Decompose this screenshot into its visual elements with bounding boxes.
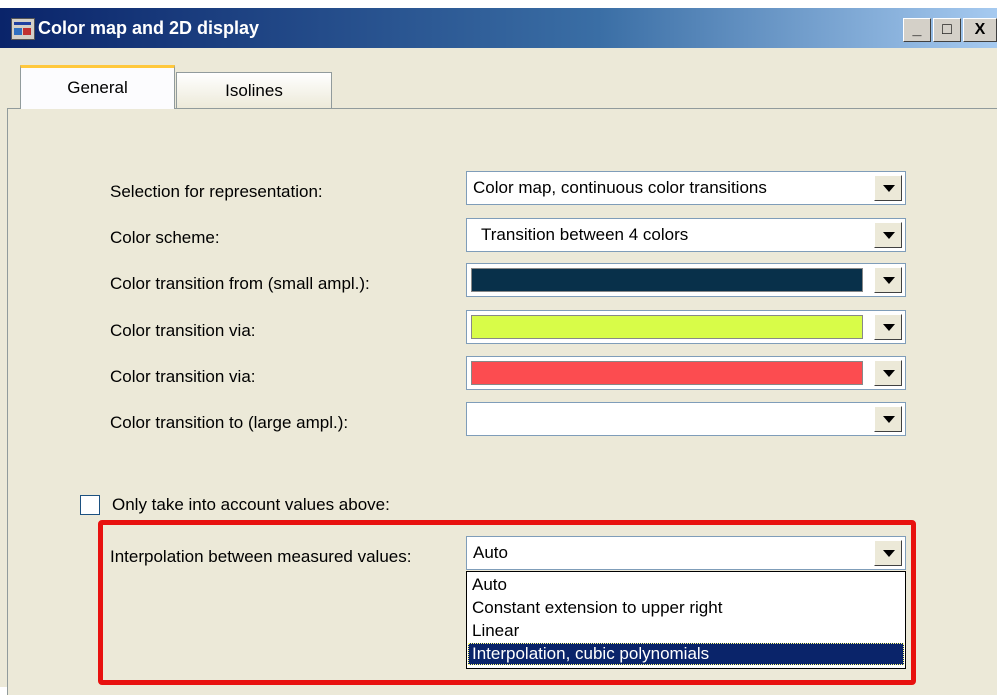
tab-general[interactable]: General [20, 65, 175, 109]
dialog-window: Color map and 2D display _ □ X General I… [0, 8, 997, 695]
minimize-button[interactable]: _ [903, 18, 931, 42]
color-from-swatch [471, 268, 863, 292]
representation-value: Color map, continuous color transitions [473, 178, 767, 197]
window-title: Color map and 2D display [38, 18, 260, 38]
color-via2-label: Color transition via: [110, 367, 256, 386]
app-icon [11, 18, 35, 40]
chevron-down-icon[interactable] [874, 314, 902, 340]
chevron-down-icon[interactable] [874, 175, 902, 201]
color-via2-select[interactable] [466, 356, 906, 390]
representation-label: Selection for representation: [110, 182, 323, 201]
only-values-label: Only take into account values above: [112, 495, 390, 514]
color-from-select[interactable] [466, 263, 906, 297]
only-values-checkbox[interactable] [80, 495, 100, 515]
color-to-swatch [471, 407, 863, 431]
color-scheme-select[interactable]: Transition between 4 colors [466, 218, 906, 252]
color-scheme-label: Color scheme: [110, 228, 220, 247]
close-button[interactable]: X [963, 18, 997, 42]
color-via1-swatch [471, 315, 863, 339]
chevron-down-icon[interactable] [874, 222, 902, 248]
color-via1-label: Color transition via: [110, 321, 256, 340]
tab-isolines[interactable]: Isolines [176, 72, 332, 109]
interpolation-label: Interpolation between measured values: [110, 547, 412, 566]
interpolation-dropdown-list: Auto Constant extension to upper right L… [466, 571, 906, 669]
chevron-down-icon[interactable] [874, 267, 902, 293]
color-via1-select[interactable] [466, 310, 906, 344]
color-to-label: Color transition to (large ampl.): [110, 413, 349, 432]
dropdown-option-auto[interactable]: Auto [468, 574, 904, 596]
color-from-label: Color transition from (small ampl.): [110, 274, 370, 293]
color-scheme-value: Transition between 4 colors [481, 225, 689, 244]
color-to-select[interactable] [466, 402, 906, 436]
dropdown-option-cubic[interactable]: Interpolation, cubic polynomials [468, 643, 904, 665]
chevron-down-icon[interactable] [874, 406, 902, 432]
dropdown-option-constant-extension[interactable]: Constant extension to upper right [468, 597, 904, 619]
interpolation-select[interactable]: Auto [466, 536, 906, 570]
maximize-button[interactable]: □ [933, 18, 961, 42]
title-bar[interactable]: Color map and 2D display _ □ X [0, 8, 997, 48]
interpolation-value: Auto [473, 543, 508, 562]
color-via2-swatch [471, 361, 863, 385]
representation-select[interactable]: Color map, continuous color transitions [466, 171, 906, 205]
chevron-down-icon[interactable] [874, 540, 902, 566]
chevron-down-icon[interactable] [874, 360, 902, 386]
dropdown-option-linear[interactable]: Linear [468, 620, 904, 642]
